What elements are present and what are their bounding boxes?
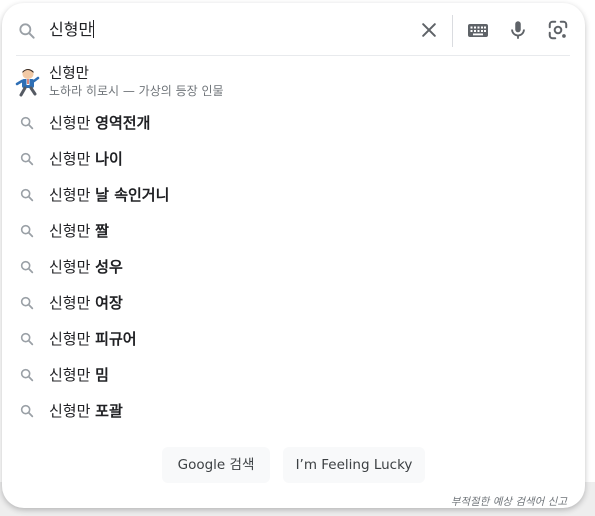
suggestion-suffix: 나이 [95, 150, 123, 168]
camera-lens-icon [548, 20, 568, 40]
suggestion-prefix: 신형만 [49, 366, 96, 384]
search-icon [20, 404, 34, 418]
suggestion-text: 신형만 나이 [49, 148, 123, 170]
suggestion-text: 신형만 짤 [49, 220, 109, 242]
suggestion-text: 신형만 피규어 [49, 328, 137, 350]
suggestion-suffix: 여장 [95, 294, 123, 312]
character-thumbnail [15, 69, 40, 97]
suggestion-suffix: 성우 [95, 258, 123, 276]
toolbar-divider [452, 15, 453, 47]
search-icon [20, 260, 34, 274]
entity-description: 노하라 히로시 — 가상의 등장 인물 [49, 84, 224, 98]
clear-button[interactable] [415, 16, 443, 44]
report-predictions-link[interactable]: 부적절한 예상 검색어 신고 [451, 495, 567, 508]
search-icon [20, 224, 34, 238]
suggestion-prefix: 신형만 [49, 114, 96, 132]
google-search-button[interactable]: Google 검색 [162, 447, 270, 483]
suggestion-item[interactable]: 신형만 피규어 [2, 321, 585, 357]
keyboard-button[interactable] [464, 16, 492, 44]
suggestion-list: 신형만 노하라 히로시 — 가상의 등장 인물 신형만 영역전개 신형만 나이 … [2, 59, 585, 429]
suggestion-text: 신형만 포괄 [49, 400, 123, 422]
search-bar: 신형만 [2, 3, 585, 56]
suggestion-suffix: 짤 [95, 222, 109, 240]
feeling-lucky-button[interactable]: I’m Feeling Lucky [283, 447, 425, 483]
suggestion-item[interactable]: 신형만 짤 [2, 213, 585, 249]
suggestion-item[interactable]: 신형만 날 속인거니 [2, 177, 585, 213]
suggestion-text: 신형만 성우 [49, 256, 123, 278]
search-input[interactable]: 신형만 [49, 18, 95, 42]
suggestion-text: 신형만 영역전개 [49, 112, 150, 134]
search-divider [16, 55, 570, 56]
microphone-icon [511, 21, 525, 39]
search-icon [20, 188, 34, 202]
suggestion-text: 신형만 날 속인거니 [49, 184, 169, 206]
search-icon [20, 368, 34, 382]
entity-title: 신형만 [49, 66, 90, 82]
text-caret [93, 20, 95, 38]
search-icon [19, 23, 35, 39]
suggestion-prefix: 신형만 [49, 186, 96, 204]
suggestion-item[interactable]: 신형만 영역전개 [2, 105, 585, 141]
voice-search-button[interactable] [504, 16, 532, 44]
suggestion-prefix: 신형만 [49, 258, 96, 276]
suggestion-prefix: 신형만 [49, 150, 96, 168]
search-icon [20, 296, 34, 310]
search-icon [20, 116, 34, 130]
suggestion-item[interactable]: 신형만 여장 [2, 285, 585, 321]
entity-suggestion[interactable]: 신형만 노하라 히로시 — 가상의 등장 인물 [2, 59, 585, 105]
suggestion-item[interactable]: 신형만 포괄 [2, 393, 585, 429]
close-icon [422, 23, 436, 37]
suggestion-suffix: 밈 [95, 366, 109, 384]
suggestion-prefix: 신형만 [49, 330, 96, 348]
suggestion-prefix: 신형만 [49, 294, 96, 312]
suggestion-text: 신형만 여장 [49, 292, 123, 314]
image-search-button[interactable] [544, 16, 572, 44]
search-icon [20, 152, 34, 166]
suggestion-text: 신형만 밈 [49, 364, 109, 386]
search-suggestion-panel: 신형만 신형만 노하라 히로시 — 가상의 등장 인물 신형만 영역전개 신형만… [2, 3, 585, 508]
suggestion-suffix: 피규어 [95, 330, 137, 348]
suggestion-item[interactable]: 신형만 나이 [2, 141, 585, 177]
suggestion-item[interactable]: 신형만 밈 [2, 357, 585, 393]
suggestion-prefix: 신형만 [49, 222, 96, 240]
search-buttons: Google 검색 I’m Feeling Lucky [2, 447, 585, 483]
search-icon [20, 332, 34, 346]
suggestion-suffix: 영역전개 [95, 114, 151, 132]
search-query-text: 신형만 [49, 20, 94, 39]
suggestion-prefix: 신형만 [49, 402, 96, 420]
page: 신형만 신형만 노하라 히로시 — 가상의 등장 인물 신형만 영역전개 신형만… [0, 0, 595, 516]
suggestion-suffix: 날 속인거니 [95, 186, 170, 204]
suggestion-item[interactable]: 신형만 성우 [2, 249, 585, 285]
suggestion-suffix: 포괄 [95, 402, 123, 420]
keyboard-icon [468, 24, 488, 37]
